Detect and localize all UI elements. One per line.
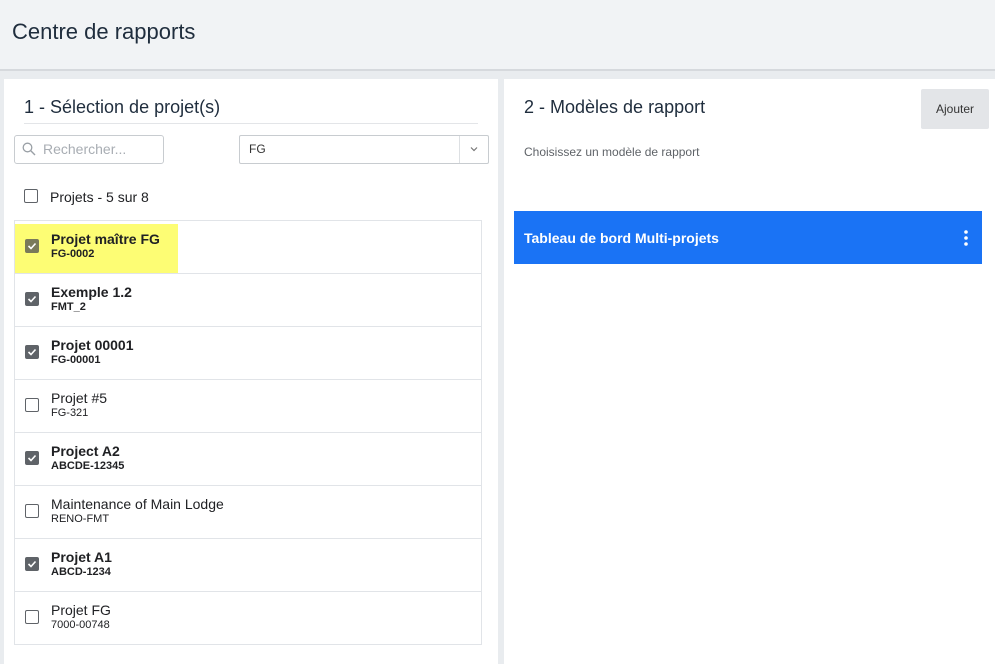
project-code: FG-321 <box>51 407 89 419</box>
project-name: Projet A1 <box>51 549 112 565</box>
project-row[interactable]: Maintenance of Main Lodge RENO-FMT <box>14 486 482 539</box>
search-input[interactable] <box>43 139 159 159</box>
project-checkbox[interactable] <box>25 398 39 412</box>
project-row[interactable]: Projet FG 7000-00748 <box>14 592 482 645</box>
check-icon <box>27 560 37 568</box>
project-name: Maintenance of Main Lodge <box>51 496 224 512</box>
project-name: Project A2 <box>51 443 120 459</box>
page-title: Centre de rapports <box>12 19 196 44</box>
check-icon <box>27 242 37 250</box>
project-row[interactable]: Projet maître FG FG-0002 <box>14 220 482 274</box>
project-row[interactable]: Projet #5 FG-321 <box>14 380 482 433</box>
app-header: Centre de rapports <box>0 0 995 71</box>
project-row[interactable]: Project A2 ABCDE-12345 <box>14 433 482 486</box>
filter-divider <box>459 136 460 163</box>
project-checkbox[interactable] <box>25 451 39 465</box>
project-name: Projet maître FG <box>51 231 160 247</box>
filter-value: FG <box>249 142 266 156</box>
project-selection-panel: 1 - Sélection de projet(s) FG Projets - … <box>4 79 498 664</box>
project-selection-title: 1 - Sélection de projet(s) <box>24 97 221 117</box>
project-row[interactable]: Projet 00001 FG-00001 <box>14 327 482 380</box>
project-checkbox[interactable] <box>25 504 39 518</box>
report-templates-subtitle: Choisissez un modèle de rapport <box>524 145 700 159</box>
project-code: ABCDE-12345 <box>51 460 125 472</box>
template-label: Tableau de bord Multi-projets <box>524 230 719 246</box>
project-checkbox[interactable] <box>25 292 39 306</box>
project-checkbox[interactable] <box>25 345 39 359</box>
project-row[interactable]: Projet A1 ABCD-1234 <box>14 539 482 592</box>
project-name: Projet #5 <box>51 390 108 406</box>
check-icon <box>27 295 37 303</box>
project-code: FG-00001 <box>51 354 101 366</box>
title-divider <box>24 123 478 124</box>
check-icon <box>27 348 37 356</box>
project-name: Projet FG <box>51 602 111 618</box>
select-all-label: Projets - 5 sur 8 <box>50 189 149 205</box>
project-checkbox[interactable] <box>25 610 39 624</box>
project-code: FG-0002 <box>51 248 95 260</box>
project-code: ABCD-1234 <box>51 566 111 578</box>
report-templates-title: 2 - Modèles de rapport <box>524 97 706 117</box>
template-item[interactable]: Tableau de bord Multi-projets <box>514 211 982 264</box>
kebab-menu-icon[interactable] <box>962 229 970 247</box>
filter-dropdown[interactable]: FG <box>239 135 489 164</box>
project-code: RENO-FMT <box>51 513 110 525</box>
search-icon <box>22 142 36 156</box>
project-checkbox[interactable] <box>25 239 39 253</box>
report-templates-panel: 2 - Modèles de rapport Ajouter Choisisse… <box>504 79 995 664</box>
project-row[interactable]: Exemple 1.2 FMT_2 <box>14 274 482 327</box>
project-list: Projet maître FG FG-0002 Exemple 1.2 FMT… <box>14 220 482 645</box>
project-code: FMT_2 <box>51 301 86 313</box>
project-code: 7000-00748 <box>51 619 110 631</box>
search-box <box>14 135 164 164</box>
add-button[interactable]: Ajouter <box>921 89 989 129</box>
project-checkbox[interactable] <box>25 557 39 571</box>
check-icon <box>27 454 37 462</box>
project-name: Exemple 1.2 <box>51 284 132 300</box>
select-all-checkbox[interactable] <box>24 189 38 203</box>
chevron-down-icon[interactable] <box>469 145 479 153</box>
project-name: Projet 00001 <box>51 337 134 353</box>
